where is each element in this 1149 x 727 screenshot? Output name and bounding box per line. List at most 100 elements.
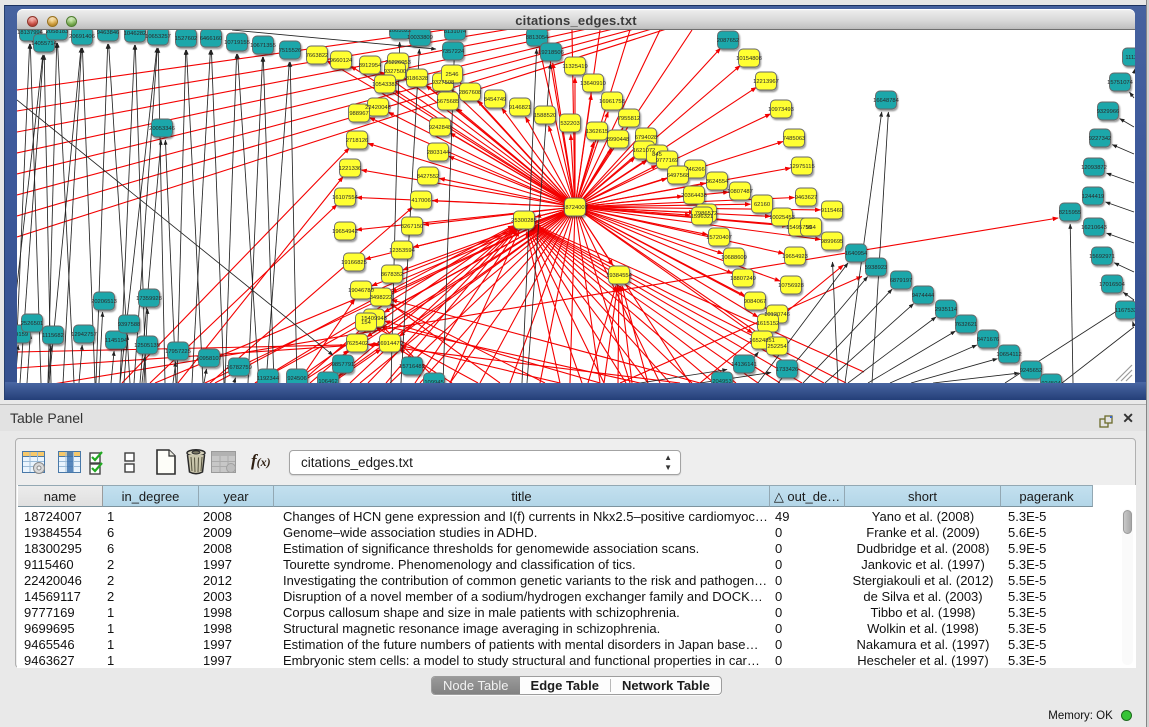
svg-text:10719155: 10719155 — [224, 40, 250, 46]
svg-text:7632621: 7632621 — [955, 322, 978, 328]
svg-text:2546: 2546 — [446, 72, 459, 78]
svg-text:25300285: 25300285 — [511, 218, 537, 224]
svg-text:9463846: 9463846 — [97, 30, 120, 36]
svg-text:12942757: 12942757 — [71, 332, 97, 338]
svg-text:8813054: 8813054 — [526, 35, 549, 41]
svg-text:1640954: 1640954 — [845, 251, 868, 257]
svg-text:9146821: 9146821 — [509, 105, 532, 111]
svg-text:10543382: 10543382 — [372, 82, 398, 88]
svg-text:16210643: 16210643 — [1081, 225, 1107, 231]
svg-text:16961758: 16961758 — [599, 99, 625, 105]
svg-text:532203: 532203 — [560, 121, 579, 127]
svg-text:10654112: 10654112 — [996, 352, 1021, 358]
svg-text:18724007: 18724007 — [562, 205, 588, 211]
svg-text:7625402: 7625402 — [346, 341, 369, 347]
svg-text:2058183: 2058183 — [46, 30, 69, 35]
svg-text:9463627: 9463627 — [795, 195, 818, 201]
svg-text:1192344: 1192344 — [257, 376, 280, 382]
svg-text:924504: 924504 — [1041, 381, 1061, 383]
svg-text:154: 154 — [361, 320, 371, 326]
svg-text:9115460: 9115460 — [821, 208, 843, 214]
svg-text:1527602: 1527602 — [175, 36, 198, 42]
svg-text:6497568: 6497568 — [667, 173, 690, 179]
svg-text:8131074: 8131074 — [444, 30, 467, 35]
svg-text:3624554: 3624554 — [706, 179, 729, 185]
svg-text:17016504: 17016504 — [1099, 282, 1126, 288]
svg-text:9084067: 9084067 — [744, 299, 767, 305]
svg-text:5938923: 5938923 — [865, 265, 888, 271]
svg-text:14136141: 14136141 — [731, 362, 757, 368]
svg-text:10120746: 10120746 — [764, 312, 790, 318]
svg-text:8678352: 8678352 — [381, 272, 404, 278]
svg-text:8454749: 8454749 — [484, 97, 507, 103]
svg-text:9777169: 9777169 — [656, 158, 679, 164]
svg-text:14055714: 14055714 — [31, 41, 58, 47]
svg-text:9327500: 9327500 — [384, 69, 407, 75]
svg-text:9245652: 9245652 — [1020, 368, 1043, 374]
svg-text:7955812: 7955812 — [618, 116, 641, 122]
svg-text:10154808: 10154808 — [736, 56, 762, 62]
svg-text:6794028: 6794028 — [635, 135, 658, 141]
svg-text:8912954: 8912954 — [359, 63, 382, 69]
svg-text:18137994: 18137994 — [17, 30, 44, 36]
svg-text:2526501: 2526501 — [21, 321, 44, 327]
svg-text:22420046: 22420046 — [365, 105, 391, 111]
svg-text:988967: 988967 — [349, 111, 368, 117]
svg-text:17957225: 17957225 — [165, 349, 191, 355]
svg-text:2718126: 2718126 — [346, 138, 369, 144]
svg-text:19654942: 19654942 — [332, 229, 358, 235]
svg-text:9660124: 9660124 — [330, 58, 353, 64]
svg-text:12093872: 12093872 — [1081, 165, 1107, 171]
svg-text:9242848: 9242848 — [429, 125, 452, 131]
svg-text:5675685: 5675685 — [437, 99, 460, 105]
svg-text:6879197: 6879197 — [890, 278, 913, 284]
svg-text:15720407: 15720407 — [706, 235, 732, 241]
svg-text:1362615: 1362615 — [586, 129, 609, 135]
svg-text:19218506: 19218506 — [538, 50, 564, 56]
svg-text:17359928: 17359928 — [136, 296, 162, 302]
svg-text:16107554: 16107554 — [332, 195, 359, 201]
svg-text:924506: 924506 — [287, 376, 306, 382]
svg-text:1115682: 1115682 — [42, 333, 64, 339]
svg-text:9474444: 9474444 — [912, 293, 935, 299]
svg-text:417006: 417006 — [411, 198, 430, 204]
svg-text:12975115: 12975115 — [789, 164, 814, 170]
svg-text:9857791: 9857791 — [332, 362, 355, 368]
svg-text:10958107: 10958107 — [196, 356, 222, 362]
svg-text:1244419: 1244419 — [1082, 194, 1105, 200]
svg-text:7485063: 7485063 — [783, 136, 806, 142]
svg-text:7357224: 7357224 — [442, 49, 465, 55]
svg-text:109945: 109945 — [424, 380, 443, 383]
svg-text:62160: 62160 — [754, 202, 770, 208]
svg-text:16914479: 16914479 — [377, 341, 403, 347]
svg-text:9899695: 9899695 — [821, 239, 844, 245]
svg-text:10653257: 10653257 — [145, 34, 171, 40]
svg-text:3498222: 3498222 — [370, 295, 393, 301]
svg-text:20691406: 20691406 — [69, 34, 95, 40]
svg-text:12353594: 12353594 — [389, 248, 416, 254]
svg-text:252254: 252254 — [767, 344, 787, 350]
svg-text:1046282: 1046282 — [124, 31, 147, 37]
svg-text:1167533: 1167533 — [1115, 308, 1135, 314]
svg-text:20364436: 20364436 — [681, 193, 707, 199]
svg-text:19384554: 19384554 — [606, 273, 633, 279]
svg-text:11124: 11124 — [1125, 55, 1135, 61]
svg-text:1733426: 1733426 — [776, 367, 799, 373]
svg-text:19654923: 19654923 — [782, 254, 808, 260]
svg-text:20053346: 20053346 — [149, 126, 175, 132]
svg-text:2087652: 2087652 — [717, 38, 740, 44]
svg-text:10973493: 10973493 — [768, 107, 794, 113]
svg-text:8215955: 8215955 — [1059, 210, 1082, 216]
svg-text:2867608: 2867608 — [459, 90, 482, 96]
svg-text:10671355: 10671355 — [250, 43, 276, 49]
svg-text:12505135: 12505135 — [134, 343, 160, 349]
svg-text:10807487: 10807487 — [727, 189, 753, 195]
svg-text:19166825: 19166825 — [341, 260, 367, 266]
svg-text:106462: 106462 — [318, 379, 337, 383]
svg-text:7515526: 7515526 — [279, 48, 302, 54]
svg-text:9397588: 9397588 — [118, 322, 141, 328]
svg-text:10033809: 10033809 — [407, 35, 433, 41]
svg-text:99159: 99159 — [17, 332, 28, 338]
svg-text:2803144: 2803144 — [427, 150, 450, 156]
svg-text:16648784: 16648784 — [873, 98, 900, 104]
